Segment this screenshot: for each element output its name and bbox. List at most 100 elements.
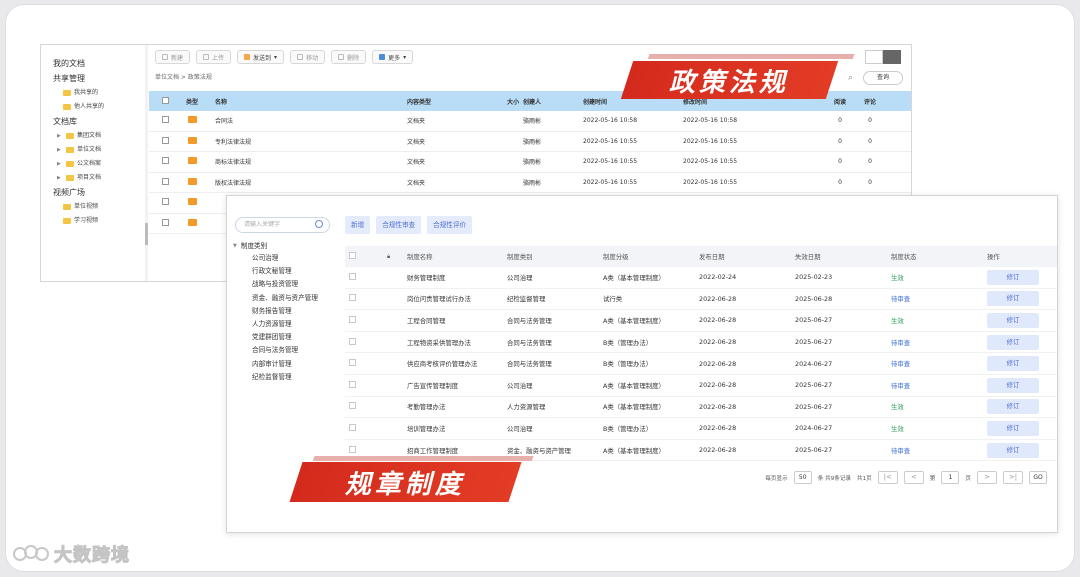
query-button[interactable]: 查询 [863,71,903,85]
first-page-button[interactable]: |< [877,471,898,484]
select-all-checkbox[interactable] [349,252,356,259]
send-to-button[interactable]: 发送到 ▾ [237,50,285,64]
revise-button[interactable]: 修订 [987,377,1039,393]
tree-item[interactable]: 内部审计管理 [233,358,318,371]
table-row[interactable]: 版权法律法规 文档夹 骆雨彬 2022-05-16 10:55 2022-05-16 1… [149,173,911,193]
delete-button[interactable]: 删除 [331,50,367,64]
tree-root[interactable]: ▼ 制度类别 [233,240,318,252]
caret-down-icon[interactable]: ▼ [233,240,237,252]
row-checkbox[interactable] [349,423,356,431]
compliance-review-button[interactable]: 合规性审查 [376,216,422,234]
cell-name[interactable]: 合同法 [207,116,407,125]
table-row[interactable]: 财务管理制度 公司治理 A类（基本管理制度） 2022-02-24 2025-02-23… [345,267,1057,289]
sidebar-item-project-docs[interactable]: ▶ 项目文档 [41,171,147,185]
row-checkbox[interactable] [349,272,356,280]
col-name[interactable]: 制度名称 [407,252,507,261]
row-checkbox[interactable] [349,380,356,388]
add-button[interactable]: 新增 [345,216,371,234]
tree-item[interactable]: 纪检监督管理 [233,371,318,384]
revise-button[interactable]: 修订 [987,334,1039,350]
table-row[interactable]: 培训管理办法 公司治理 B类（管理办法） 2022-06-28 2024-06-27 生效… [345,418,1057,440]
new-button[interactable]: 新建 [155,50,191,64]
sidebar-video[interactable]: 视频广场 [41,185,147,200]
revise-button[interactable]: 修订 [987,420,1039,436]
sidebar-item-others-shared[interactable]: 他人共享的 [41,100,147,114]
grid-view-icon[interactable] [865,50,883,64]
cell-name[interactable]: 财务管理制度 [407,273,507,282]
cell-name[interactable]: 工程合同管理 [407,316,507,325]
table-row[interactable]: 商标法律法规 文档夹 骆雨彬 2022-05-16 10:55 2022-05-16 1… [149,152,911,173]
sidebar-item-unit-docs[interactable]: ▶ 单位文档 [41,143,147,157]
row-checkbox[interactable] [349,445,356,453]
table-row[interactable]: 工程合同管理 合同与法务管理 A类（基本管理制度） 2022-06-28 2025-06… [345,310,1057,332]
list-view-icon[interactable] [883,50,901,64]
sidebar-item-my-shared[interactable]: 我共享的 [41,86,147,100]
cell-name[interactable]: 岗位问责管理试行办法 [407,294,507,303]
sidebar-item-study-video[interactable]: 学习视频 [41,214,147,228]
row-checkbox[interactable] [162,136,169,144]
row-checkbox[interactable] [162,157,169,165]
col-category[interactable]: 制度类别 [507,252,603,261]
col-creator[interactable]: 创建人 [523,97,583,106]
sidebar-library[interactable]: 文档库 [41,114,147,129]
tree-item[interactable]: 战略与投资管理 [233,278,318,291]
row-checkbox[interactable] [349,294,356,302]
col-size[interactable]: 大小 [493,97,523,106]
cell-name[interactable]: 专利法律法规 [207,137,407,146]
tree-item[interactable]: 人力资源管理 [233,318,318,331]
cell-name[interactable]: 供应商考核评价管理办法 [407,359,507,368]
caret-right-icon[interactable]: ▶ [57,171,63,185]
row-checkbox[interactable] [162,177,169,185]
tree-item[interactable]: 行政文秘管理 [233,265,318,278]
sidebar-item-group-docs[interactable]: ▶ 集团文档 [41,129,147,143]
cell-name[interactable]: 考勤管理办法 [407,402,507,411]
tree-item[interactable]: 资金、融资与资产管理 [233,292,318,305]
col-name[interactable]: 名称 [207,97,407,106]
col-expires[interactable]: 失效日期 [795,252,891,261]
sidebar-shared[interactable]: 共享管理 [41,71,147,86]
row-checkbox[interactable] [349,337,356,345]
tree-item[interactable]: 党建群团管理 [233,331,318,344]
table-row[interactable]: 专利法律法规 文档夹 骆雨彬 2022-05-16 10:55 2022-05-16 1… [149,132,911,152]
revise-button[interactable]: 修订 [987,356,1039,372]
search-icon[interactable] [315,220,323,228]
sidebar-item-unit-video[interactable]: 单位视频 [41,200,147,214]
search-icon[interactable]: ⌕ [848,73,853,83]
revise-button[interactable]: 修订 [987,312,1039,328]
col-published[interactable]: 发布日期 [699,252,795,261]
caret-right-icon[interactable]: ▶ [57,129,63,143]
row-checkbox[interactable] [349,315,356,323]
row-checkbox[interactable] [349,359,356,367]
cell-name[interactable]: 商标法律法规 [207,157,407,166]
tree-item[interactable]: 合同与法务管理 [233,344,318,357]
per-page-select[interactable]: 50 [793,471,812,484]
table-row[interactable]: 供应商考核评价管理办法 合同与法务管理 B类（管理办法） 2022-06-28 2024… [345,353,1057,375]
revise-button[interactable]: 修订 [987,269,1039,285]
table-row[interactable]: 合同法 文档夹 骆雨彬 2022-05-16 10:58 2022-05-16 10:5… [149,111,911,132]
col-type[interactable]: 类型 [177,97,207,106]
select-all-checkbox[interactable] [162,96,169,104]
keyword-search-input[interactable]: 请输入关键字 [235,217,330,233]
more-button[interactable]: 更多 ▾ [372,50,414,64]
last-page-button[interactable]: >| [1003,471,1023,484]
row-checkbox[interactable] [162,116,169,124]
cell-name[interactable]: 培训管理办法 [407,424,507,433]
page-number-input[interactable]: 1 [941,471,960,484]
row-checkbox[interactable] [162,218,169,226]
upload-button[interactable]: 上传 [196,50,232,64]
table-row[interactable]: 工程物资采供管理办法 合同与法务管理 B类（管理办法） 2022-06-28 2025-… [345,332,1057,354]
tree-item[interactable]: 公司治理 [233,252,318,265]
sidebar-item-official-docs[interactable]: ▶ 公文档案 [41,157,147,171]
revise-button[interactable]: 修订 [987,399,1039,415]
cell-name[interactable]: 招商工作管理制度 [407,446,507,455]
table-row[interactable]: 考勤管理办法 人力资源管理 A类（基本管理制度） 2022-06-28 2025-06-… [345,397,1057,419]
row-checkbox[interactable] [162,198,169,206]
col-content-type[interactable]: 内容类型 [407,97,493,106]
prev-page-button[interactable]: < [903,471,924,484]
col-class[interactable]: 制度分级 [603,252,699,261]
sidebar-scrollbar[interactable] [145,45,148,281]
compliance-evaluation-button[interactable]: 合规性评价 [427,216,473,234]
tree-item[interactable]: 财务报告管理 [233,305,318,318]
table-row[interactable]: 岗位问责管理试行办法 纪检监督管理 试行类 2022-06-28 2025-06-28 待… [345,289,1057,311]
revise-button[interactable]: 修订 [987,442,1039,458]
